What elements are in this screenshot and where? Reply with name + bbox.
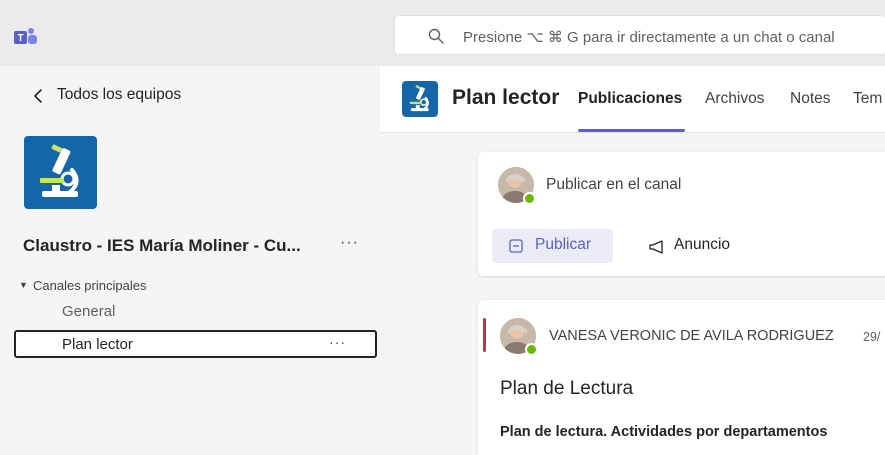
team-more-button[interactable]: ··· — [340, 234, 359, 252]
post-timestamp: 29/ — [863, 330, 881, 344]
compose-prompt[interactable]: Publicar en el canal — [546, 176, 681, 194]
tab-archivos[interactable]: Archivos — [705, 90, 764, 108]
tab-notes[interactable]: Notes — [790, 90, 831, 108]
channel-more-button[interactable]: ··· — [329, 334, 346, 350]
search-placeholder: Presione ⌥ ⌘ G para ir directamente a un… — [463, 29, 835, 46]
active-tab-indicator — [578, 129, 685, 132]
tab-publicaciones[interactable]: Publicaciones — [578, 90, 682, 108]
title-bar: T Presione ⌥ ⌘ G para ir directamente a … — [0, 0, 885, 66]
compose-icon — [509, 239, 523, 253]
compose-card: Publicar en el canal Publicar Anuncio — [478, 152, 885, 276]
caret-down-icon[interactable]: ▼ — [19, 280, 28, 290]
teams-logo-icon[interactable]: T — [13, 27, 39, 47]
publish-button[interactable]: Publicar — [492, 229, 613, 263]
publish-label: Publicar — [535, 236, 591, 253]
sidebar-item-plan-lector[interactable]: Plan lector ··· — [14, 330, 377, 358]
channel-header: Plan lector Publicaciones Archivos Notes… — [380, 66, 885, 133]
chevron-left-icon[interactable] — [33, 88, 43, 104]
post-card: VANESA VERONIC DE AVILA RODRIGUEZ 29/ Pl… — [478, 300, 885, 455]
team-name[interactable]: Claustro - IES María Moliner - Cu... — [23, 236, 301, 256]
announcement-button[interactable]: Anuncio — [674, 236, 730, 254]
post-subtitle: Plan de lectura. Actividades por departa… — [500, 424, 828, 440]
author-avatar[interactable] — [500, 318, 538, 356]
microscope-icon — [409, 85, 429, 112]
svg-text:T: T — [17, 33, 23, 44]
search-input[interactable]: Presione ⌥ ⌘ G para ir directamente a un… — [394, 15, 885, 55]
sidebar-item-general[interactable]: General — [62, 303, 115, 320]
presence-available-icon — [523, 192, 536, 205]
channel-main: Plan lector Publicaciones Archivos Notes… — [380, 66, 885, 455]
post-accent-bar — [483, 318, 486, 352]
sidebar-item-label: Plan lector — [62, 336, 133, 353]
presence-available-icon — [525, 343, 538, 356]
tab-more[interactable]: Tem — [853, 90, 882, 108]
team-avatar — [24, 136, 97, 209]
team-sidebar: Todos los equipos Claustro - IES María M… — [0, 66, 380, 455]
megaphone-icon[interactable] — [648, 239, 666, 255]
page-title: Plan lector — [452, 86, 560, 109]
all-teams-link[interactable]: Todos los equipos — [57, 86, 181, 104]
search-icon — [428, 28, 444, 44]
post-author[interactable]: VANESA VERONIC DE AVILA RODRIGUEZ — [549, 328, 834, 344]
post-title: Plan de Lectura — [500, 378, 634, 399]
microscope-icon — [40, 144, 79, 197]
channel-avatar — [402, 81, 438, 117]
avatar[interactable] — [498, 167, 536, 205]
section-channels-label[interactable]: Canales principales — [33, 278, 146, 293]
